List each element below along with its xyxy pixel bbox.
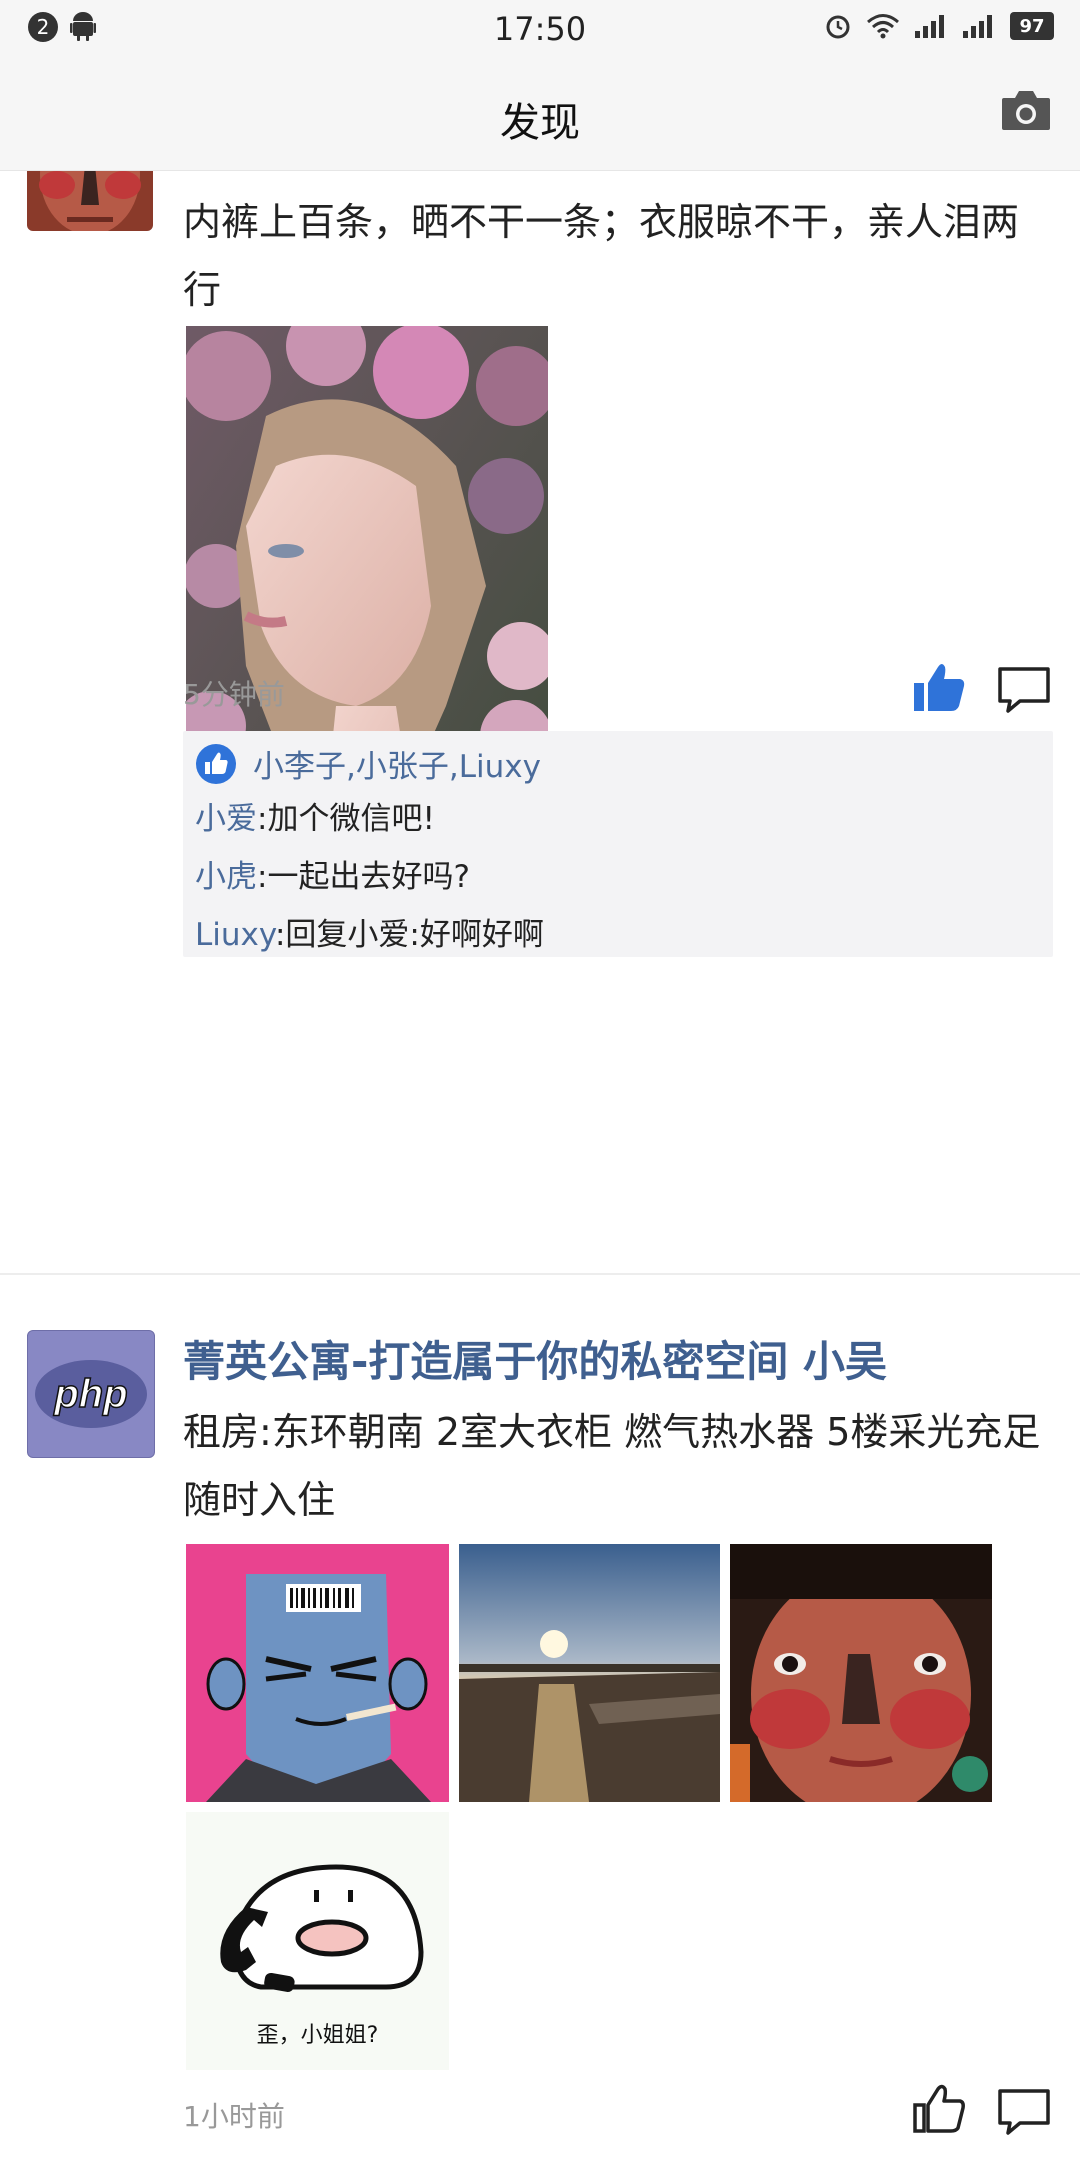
post-photo-cartoon-man[interactable] xyxy=(186,1544,449,1802)
post-time: 1小时前 xyxy=(183,2100,285,2133)
comment-icon[interactable] xyxy=(996,2087,1052,2137)
like-outline-icon[interactable] xyxy=(912,2083,966,2135)
sticker-caption: 歪，小姐姐? xyxy=(256,2023,379,2048)
post-photo-sticker[interactable]: 歪，小姐姐? xyxy=(186,1812,449,2070)
post-photo-sunset[interactable] xyxy=(459,1544,720,1802)
post-text: 租房:东环朝南 2室大衣柜 燃气热水器 5楼采光充足 随时入住 xyxy=(183,1410,1041,1522)
php-logo: php xyxy=(35,1360,147,1428)
cartoon-man-image xyxy=(186,1544,449,1802)
girl-portrait-image xyxy=(730,1544,992,1802)
post-2: php 菁英公寓-打造属于你的私密空间 小吴 租房:东环朝南 2室大衣柜 燃气热… xyxy=(0,0,1080,2160)
post-username[interactable]: 菁英公寓-打造属于你的私密空间 小吴 xyxy=(183,1328,887,1389)
avatar[interactable]: php xyxy=(27,1330,155,1458)
avatar-text: php xyxy=(53,1372,127,1416)
sunset-image xyxy=(459,1544,720,1802)
post-photo-girl[interactable] xyxy=(730,1544,992,1802)
